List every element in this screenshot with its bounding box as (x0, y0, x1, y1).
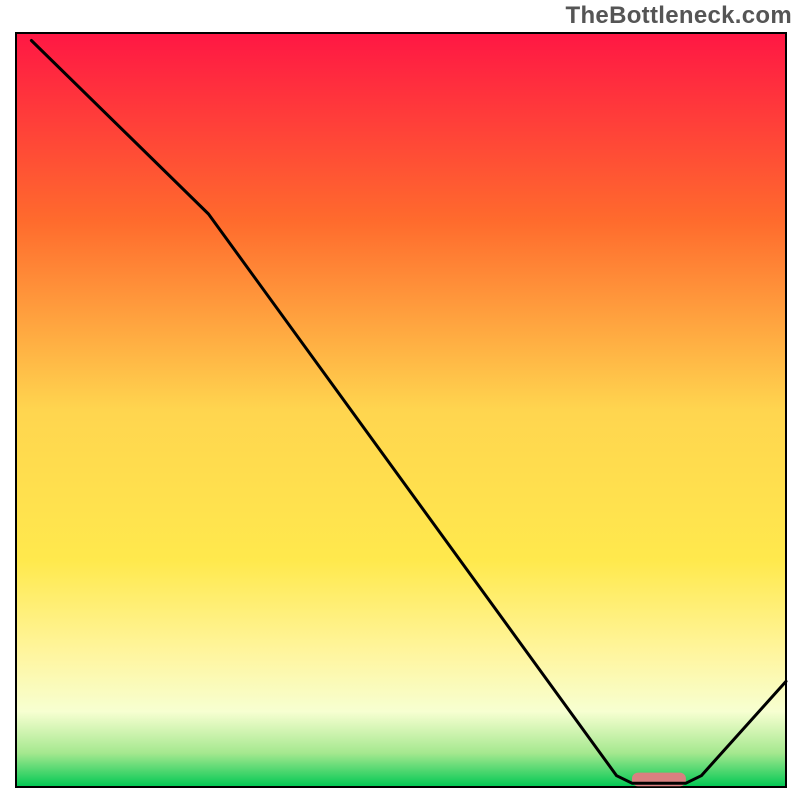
bottleneck-chart (0, 0, 800, 800)
watermark-text: TheBottleneck.com (566, 2, 792, 30)
plot-background (16, 33, 786, 787)
chart-container: TheBottleneck.com (0, 0, 800, 800)
